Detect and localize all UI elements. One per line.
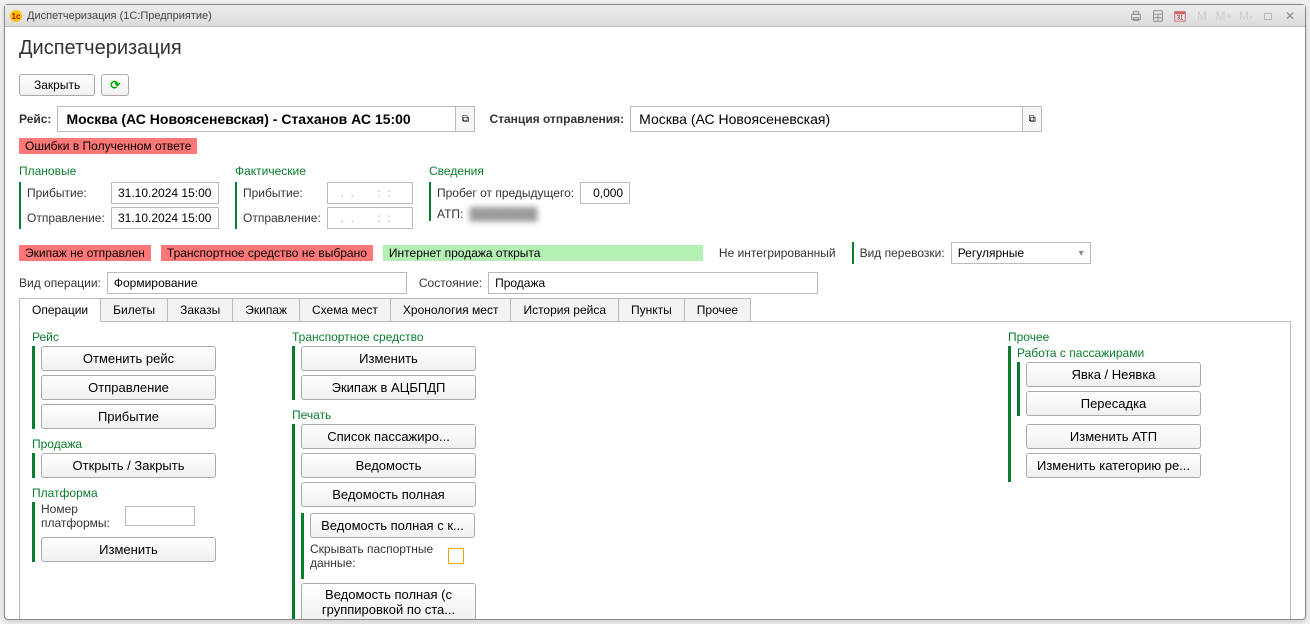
departure-button[interactable]: Отправление	[41, 375, 216, 400]
transport-kind-value: Регулярные	[958, 246, 1024, 260]
departure-station-label: Станция отправления:	[489, 112, 624, 126]
operation-kind-label: Вид операции:	[19, 276, 101, 290]
app-window: 1c Диспетчеризация (1С:Предприятие) 31 M…	[4, 4, 1306, 620]
actual-departure-input[interactable]	[327, 207, 413, 229]
sheet-full-group-button[interactable]: Ведомость полная (с группировкой по ста.…	[301, 583, 476, 619]
change-category-button[interactable]: Изменить категорию ре...	[1026, 453, 1201, 478]
hide-passport-label: Скрывать паспортные данные:	[310, 542, 440, 571]
vehicle-not-selected-badge: Транспортное средство не выбрано	[161, 245, 373, 261]
memory-mplus-icon[interactable]: M+	[1213, 7, 1235, 25]
tab-trip-history[interactable]: История рейса	[510, 298, 619, 321]
svg-text:31: 31	[1177, 14, 1184, 21]
arrival-button[interactable]: Прибытие	[41, 404, 216, 429]
planned-departure-input[interactable]	[111, 207, 219, 229]
actual-arrival-input[interactable]	[327, 182, 413, 204]
trip-open-icon[interactable]: ⧉	[455, 106, 475, 132]
maximize-icon[interactable]: □	[1257, 7, 1279, 25]
actual-departure-label: Отправление:	[243, 211, 321, 225]
info-header: Сведения	[429, 164, 630, 178]
vehicle-group-header: Транспортное средство	[292, 330, 492, 344]
actual-arrival-label: Прибытие:	[243, 186, 321, 200]
change-vehicle-button[interactable]: Изменить	[301, 346, 476, 371]
close-button[interactable]: Закрыть	[19, 74, 95, 96]
titlebar: 1c Диспетчеризация (1С:Предприятие) 31 M…	[5, 5, 1305, 27]
sheet-full-button[interactable]: Ведомость полная	[301, 482, 476, 507]
operation-kind-input[interactable]	[107, 272, 407, 294]
planned-departure-label: Отправление:	[27, 211, 105, 225]
tab-operations[interactable]: Операции	[19, 298, 101, 322]
tab-tickets[interactable]: Билеты	[100, 298, 168, 321]
not-integrated-badge: Не интегрированный	[713, 245, 842, 261]
window-title: Диспетчеризация (1С:Предприятие)	[27, 10, 212, 22]
trip-group-header: Рейс	[32, 330, 232, 344]
page-title: Диспетчеризация	[19, 37, 1291, 60]
mileage-label: Пробег от предыдущего:	[437, 186, 574, 200]
response-error-badge: Ошибки в Полученном ответе	[19, 138, 197, 154]
calc-icon[interactable]	[1147, 7, 1169, 25]
trip-label: Рейс:	[19, 112, 51, 126]
sheet-button[interactable]: Ведомость	[301, 453, 476, 478]
change-atp-button[interactable]: Изменить АТП	[1026, 424, 1201, 449]
cancel-trip-button[interactable]: Отменить рейс	[41, 346, 216, 371]
sheet-full-with-k-button[interactable]: Ведомость полная с к...	[310, 513, 475, 538]
trip-input[interactable]	[57, 106, 455, 132]
atp-value: ████████	[469, 207, 537, 221]
memory-m-icon[interactable]: M	[1191, 7, 1213, 25]
print-group-header: Печать	[292, 408, 492, 422]
tab-points[interactable]: Пункты	[618, 298, 685, 321]
planned-arrival-input[interactable]	[111, 182, 219, 204]
atp-label: АТП:	[437, 207, 463, 221]
tab-body-operations: Рейс Отменить рейс Отправление Прибытие …	[19, 322, 1291, 619]
operation-state-input[interactable]	[488, 272, 818, 294]
planned-header: Плановые	[19, 164, 219, 178]
operation-state-label: Состояние:	[419, 276, 482, 290]
refresh-button[interactable]: ⟳	[101, 74, 129, 96]
print-icon[interactable]	[1125, 7, 1147, 25]
tab-crew[interactable]: Экипаж	[232, 298, 300, 321]
memory-mminus-icon[interactable]: M-	[1235, 7, 1257, 25]
planned-arrival-label: Прибытие:	[27, 186, 105, 200]
sale-group-header: Продажа	[32, 437, 232, 451]
passenger-list-button[interactable]: Список пассажиро...	[301, 424, 476, 449]
tab-other[interactable]: Прочее	[684, 298, 751, 321]
departure-station-open-icon[interactable]: ⧉	[1022, 106, 1042, 132]
tabs: Операции Билеты Заказы Экипаж Схема мест…	[19, 298, 1291, 322]
platform-number-input[interactable]	[125, 506, 195, 526]
crew-acbpdp-button[interactable]: Экипаж в АЦБПДП	[301, 375, 476, 400]
tab-seat-scheme[interactable]: Схема мест	[299, 298, 391, 321]
app-logo-icon: 1c	[9, 9, 23, 23]
hide-passport-checkbox[interactable]	[448, 548, 464, 564]
open-close-button[interactable]: Открыть / Закрыть	[41, 453, 216, 478]
attendance-button[interactable]: Явка / Неявка	[1026, 362, 1201, 387]
change-platform-button[interactable]: Изменить	[41, 537, 216, 562]
calendar-icon[interactable]: 31	[1169, 7, 1191, 25]
other-group-header: Прочее	[1008, 330, 1218, 344]
transport-kind-label: Вид перевозки:	[860, 246, 945, 260]
close-icon[interactable]: ✕	[1279, 7, 1301, 25]
passengers-sub-header: Работа с пассажирами	[1017, 346, 1218, 360]
refresh-icon: ⟳	[110, 78, 120, 92]
crew-not-sent-badge: Экипаж не отправлен	[19, 245, 151, 261]
mileage-input[interactable]	[580, 182, 630, 204]
online-sale-open-badge: Интернет продажа открыта	[383, 245, 703, 261]
departure-station-input[interactable]	[630, 106, 1022, 132]
content-area: Диспетчеризация Закрыть ⟳ Рейс: ⧉ Станци…	[5, 27, 1305, 619]
svg-text:1c: 1c	[12, 12, 21, 21]
transfer-button[interactable]: Пересадка	[1026, 391, 1201, 416]
transport-kind-select[interactable]: Регулярные	[951, 242, 1091, 264]
actual-header: Фактические	[235, 164, 413, 178]
tab-orders[interactable]: Заказы	[167, 298, 233, 321]
platform-number-label: Номер платформы:	[41, 502, 119, 531]
platform-group-header: Платформа	[32, 486, 232, 500]
tab-seat-chronology[interactable]: Хронология мест	[390, 298, 512, 321]
